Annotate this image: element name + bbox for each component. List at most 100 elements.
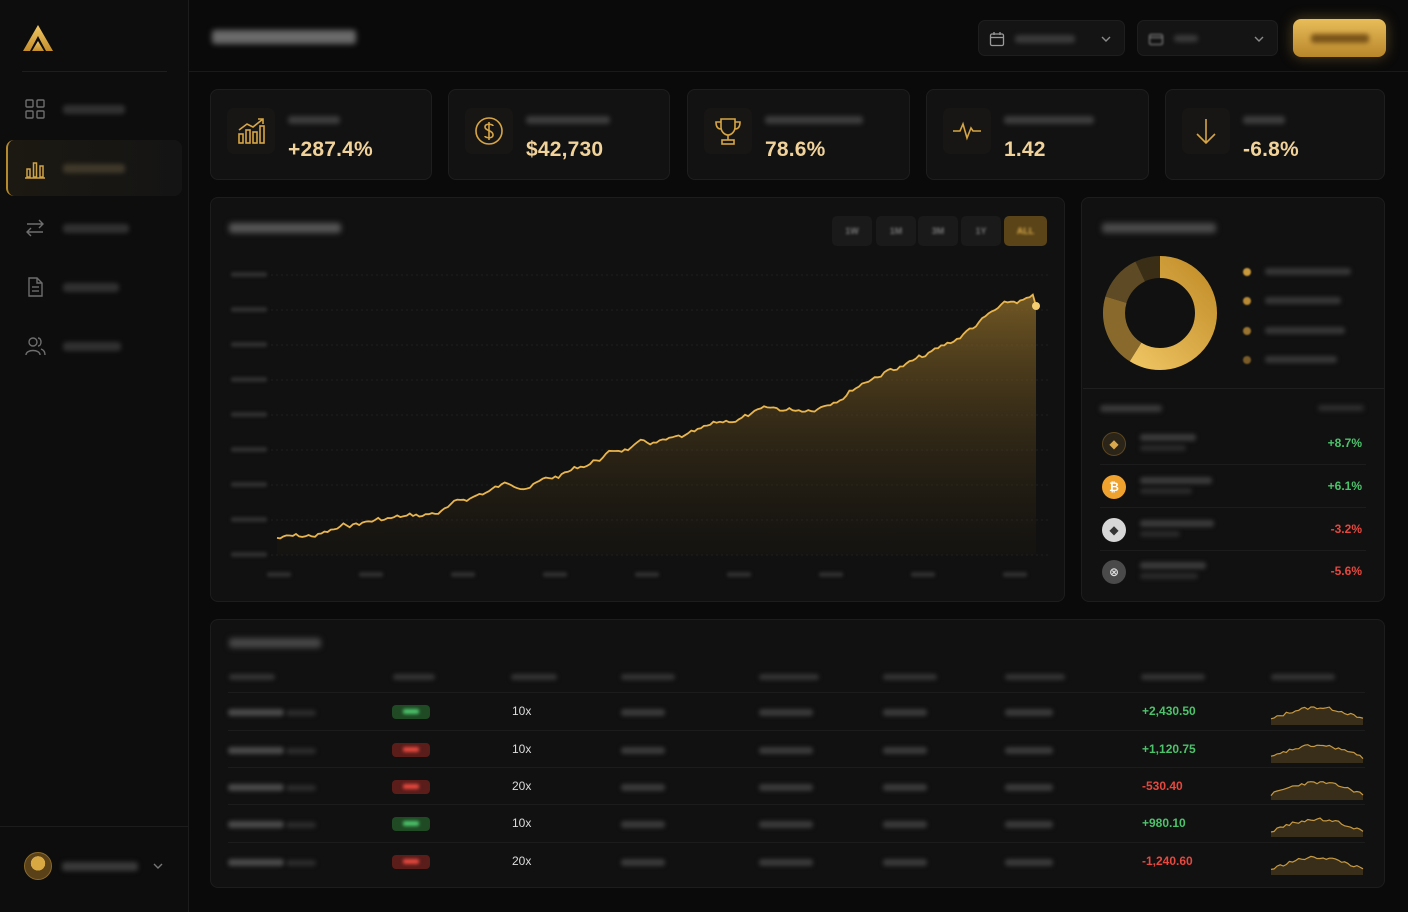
table-row[interactable]: 20x -1,240.60 [228, 842, 1365, 880]
user-menu[interactable] [24, 852, 174, 880]
cell-value [1005, 859, 1053, 866]
cell-value [883, 709, 927, 716]
table-row[interactable]: 10x +2,430.50 [228, 692, 1365, 730]
sparkline-area [1271, 707, 1363, 725]
legend-label [1265, 356, 1337, 363]
equity-area [277, 294, 1036, 555]
account-value [1174, 35, 1198, 42]
range-button-all[interactable]: ALL [1004, 216, 1047, 246]
asset-change: -5.6% [1330, 564, 1362, 578]
cell-value [759, 709, 813, 716]
cell-value [621, 747, 665, 754]
asset-name [1140, 562, 1206, 569]
leverage: 20x [512, 779, 532, 793]
range-button-3m[interactable]: 3M [918, 216, 958, 246]
x-tick-label [359, 572, 383, 577]
wallet-icon [1148, 33, 1164, 46]
cell-value [621, 784, 665, 791]
leverage: 20x [512, 854, 532, 868]
position-pair [286, 710, 316, 716]
column-header [883, 674, 937, 680]
account-picker[interactable] [1137, 20, 1278, 56]
assets-header [1100, 405, 1162, 412]
chevron-down-icon [153, 863, 163, 869]
range-button-1m[interactable]: 1M [876, 216, 916, 246]
stat-label [1004, 116, 1094, 124]
asset-change: -3.2% [1330, 522, 1362, 536]
range-button-1y[interactable]: 1Y [961, 216, 1001, 246]
logo-icon[interactable] [22, 24, 54, 52]
stat-label [1243, 116, 1285, 124]
position-symbol [228, 709, 284, 716]
asset-change: +6.1% [1327, 479, 1362, 493]
y-tick-label [231, 517, 267, 522]
stat-icon-box [943, 108, 991, 154]
range-button-1w[interactable]: 1W [832, 216, 872, 246]
sidebar-divider [22, 71, 167, 72]
sparkline [1270, 706, 1364, 725]
asset-row[interactable]: ◆ +8.7% [1100, 423, 1366, 465]
sidebar-item-label [63, 163, 125, 173]
arrow-down-icon [1196, 119, 1216, 145]
asset-name [1140, 520, 1214, 527]
sidebar-item-dashboard[interactable] [6, 81, 182, 137]
table-row[interactable]: 10x +1,120.75 [228, 730, 1365, 768]
position-pnl: +980.10 [1142, 816, 1186, 830]
table-row[interactable]: 10x +980.10 [228, 804, 1365, 842]
asset-subtitle [1140, 488, 1192, 494]
column-header [1005, 674, 1065, 680]
cell-value [1005, 821, 1053, 828]
date-range-picker[interactable] [978, 20, 1125, 56]
position-pair [286, 822, 316, 828]
ethereum-icon: ◆ [1102, 432, 1126, 456]
sidebar [0, 0, 189, 912]
avatar [24, 852, 52, 880]
sparkline-area [1271, 818, 1363, 837]
asset-row[interactable]: ₿ +6.1% [1100, 466, 1366, 508]
sidebar-item-trades[interactable] [6, 200, 182, 256]
ethereum-silver-icon: ◆ [1102, 518, 1126, 542]
cell-value [759, 747, 813, 754]
stat-value: 78.6% [765, 138, 826, 161]
x-tick-label [1003, 572, 1027, 577]
users-icon [25, 337, 46, 356]
pulse-icon [953, 121, 981, 141]
position-symbol [228, 784, 284, 791]
document-icon [28, 277, 43, 297]
cell-value [883, 747, 927, 754]
y-tick-label [231, 552, 267, 557]
asset-subtitle [1140, 573, 1198, 579]
equity-endpoint[interactable] [1032, 302, 1040, 310]
y-tick-label [231, 377, 267, 382]
y-tick-label [231, 272, 267, 277]
asset-row[interactable]: ◆ -3.2% [1100, 509, 1366, 551]
coin-silver-icon: ⊗ [1102, 560, 1126, 584]
x-tick-label [819, 572, 843, 577]
position-pnl: +1,120.75 [1142, 742, 1196, 756]
x-axis-ticks [267, 572, 1027, 577]
sidebar-item-analytics[interactable] [6, 140, 182, 196]
table-row[interactable]: 20x -530.40 [228, 767, 1365, 805]
primary-action-button[interactable] [1293, 19, 1386, 57]
y-tick-label [231, 412, 267, 417]
x-tick-label [543, 572, 567, 577]
sidebar-item-reports[interactable] [6, 259, 182, 315]
grid-icon [25, 99, 45, 119]
position-pnl: +2,430.50 [1142, 704, 1196, 718]
panel-title [229, 223, 341, 233]
sparkline-area [1271, 744, 1363, 763]
stat-card-return: +287.4% [210, 89, 432, 180]
sidebar-item-community[interactable] [6, 318, 182, 374]
asset-change: +8.7% [1327, 436, 1362, 450]
position-pair [286, 785, 316, 791]
x-tick-label [451, 572, 475, 577]
y-tick-label [231, 447, 267, 452]
stat-card-win-rate: 78.6% [687, 89, 910, 180]
column-header [393, 674, 435, 680]
stat-icon-box [465, 108, 513, 154]
column-header [229, 674, 275, 680]
asset-row[interactable]: ⊗ -5.6% [1100, 551, 1366, 593]
equity-chart [231, 272, 1051, 577]
panel-title [229, 638, 321, 648]
cell-value [621, 709, 665, 716]
